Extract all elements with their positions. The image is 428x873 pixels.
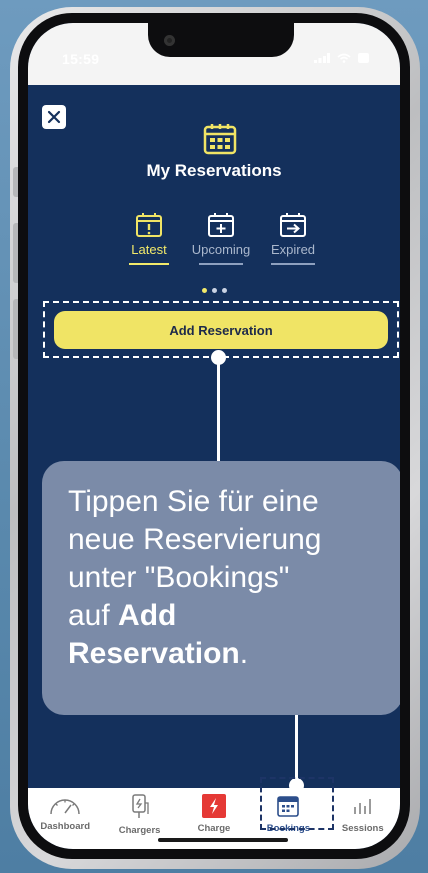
wifi-icon bbox=[337, 53, 351, 63]
status-time: 15:59 bbox=[62, 51, 100, 67]
bar-chart-icon bbox=[354, 799, 371, 814]
screen: 15:59 My Reservations Latest Upcoming Ex… bbox=[28, 23, 400, 849]
nav-dashboard[interactable]: Dashboard bbox=[29, 794, 101, 832]
notch bbox=[148, 23, 294, 57]
page-dots bbox=[28, 288, 400, 293]
reservations-screen: My Reservations Latest Upcoming Expired … bbox=[28, 85, 400, 793]
home-indicator bbox=[158, 838, 288, 842]
tooltip-text: auf bbox=[68, 599, 119, 632]
bookings-highlight bbox=[260, 777, 334, 830]
tab-latest[interactable]: Latest bbox=[116, 212, 182, 265]
reservation-tabs: Latest Upcoming Expired bbox=[116, 212, 326, 265]
tutorial-tooltip: Tippen Sie für eine neue Reservierung un… bbox=[42, 461, 400, 715]
close-icon bbox=[47, 110, 61, 124]
nav-chargers[interactable]: Chargers bbox=[104, 794, 176, 836]
tooltip-line: unter "Bookings" bbox=[68, 561, 290, 594]
tab-label: Upcoming bbox=[191, 242, 251, 257]
tooltip-bold-text: Add bbox=[118, 599, 177, 632]
tab-underline bbox=[129, 263, 169, 265]
tab-label: Latest bbox=[131, 242, 167, 257]
nav-charge[interactable]: Charge bbox=[178, 794, 250, 834]
tab-underline bbox=[199, 263, 243, 265]
tooltip-text: . bbox=[239, 637, 249, 670]
nav-sessions[interactable]: Sessions bbox=[327, 794, 399, 834]
calendar-alert-icon bbox=[136, 213, 162, 237]
add-reservation-button[interactable]: Add Reservation bbox=[54, 311, 388, 349]
nav-label: Sessions bbox=[341, 823, 384, 834]
signal-icon bbox=[314, 53, 330, 63]
connector-dot bbox=[211, 350, 226, 365]
tab-label: Expired bbox=[270, 242, 316, 257]
calendar-grid-icon bbox=[203, 124, 237, 155]
calendar-arrow-icon bbox=[280, 213, 306, 237]
tooltip-line: Reservation. bbox=[68, 635, 377, 673]
page-dot bbox=[221, 288, 227, 293]
tab-expired[interactable]: Expired bbox=[260, 212, 326, 265]
calendar-plus-icon bbox=[208, 213, 234, 237]
charger-icon bbox=[131, 794, 149, 818]
nav-label: Chargers bbox=[118, 825, 161, 836]
tooltip-connector-top bbox=[217, 357, 220, 461]
nav-label: Charge bbox=[197, 823, 231, 834]
page-title: My Reservations bbox=[146, 161, 282, 180]
status-icons bbox=[314, 53, 370, 63]
front-camera bbox=[164, 35, 175, 46]
close-button[interactable] bbox=[42, 105, 66, 129]
tooltip-bold-text: Reservation bbox=[68, 637, 240, 670]
lightning-icon bbox=[201, 794, 226, 818]
tab-upcoming[interactable]: Upcoming bbox=[188, 212, 254, 265]
gauge-icon bbox=[50, 799, 80, 815]
phone-body: 15:59 My Reservations Latest Upcoming Ex… bbox=[18, 13, 410, 859]
battery-icon bbox=[358, 53, 369, 63]
page-dot bbox=[201, 288, 207, 293]
nav-label: Dashboard bbox=[40, 821, 90, 832]
tooltip-line: auf Add bbox=[68, 597, 377, 635]
tab-underline bbox=[271, 263, 315, 265]
page-dot bbox=[211, 288, 217, 293]
tooltip-line: Tippen Sie für eine bbox=[68, 485, 319, 518]
tooltip-line: neue Reservierung bbox=[68, 523, 322, 556]
